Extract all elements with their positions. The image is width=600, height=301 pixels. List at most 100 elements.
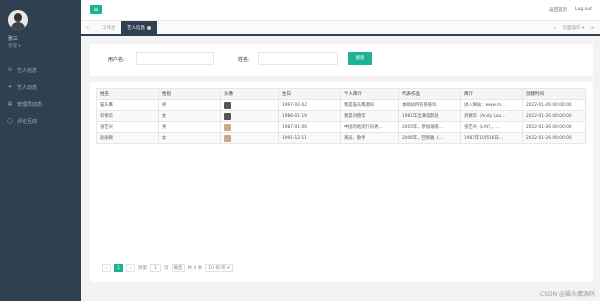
- total-count: 共 4 条: [187, 266, 203, 271]
- cell-works: 2006年，回到雅《...: [398, 132, 461, 144]
- top-bar: ≡ 返回首页 Log out: [81, 0, 600, 21]
- cell-name: 赵丽颖: [96, 132, 159, 144]
- sidebar: 张三 管理 ▾ ⊙ 艺人信息 ✦ 艺人动态 ▤ 管理员动态 ◯ 评论互动: [0, 0, 81, 301]
- cell-created: 2022-01-26 00:00:00: [522, 99, 586, 111]
- column-header-gender[interactable]: 性别: [158, 88, 221, 100]
- username-input[interactable]: [136, 52, 214, 65]
- cell-created: 2022-01-26 00:00:00: [522, 132, 586, 144]
- goto-confirm-button[interactable]: 确定: [171, 264, 185, 272]
- sidebar-item-label: 艺人动态: [17, 84, 38, 91]
- tab-label: 艺人信息: [127, 26, 145, 31]
- search-panel: 用户名: 姓名: 搜索: [90, 44, 593, 76]
- tab-workbench[interactable]: 工作台: [96, 21, 122, 36]
- column-header-name[interactable]: 姓名: [96, 88, 159, 100]
- cell-birthday: 1991-12-11: [278, 132, 341, 144]
- user-icon: ⊙: [7, 67, 13, 73]
- sidebar-item-label: 评论互动: [17, 118, 38, 125]
- tab-artist-info[interactable]: 艺人信息: [121, 21, 157, 36]
- cell-works: 2005年，参加湖南...: [398, 121, 461, 133]
- cell-intro: 刘德华（Andy Lau...: [460, 110, 523, 122]
- cell-birthday: 1987-01-06: [278, 121, 341, 133]
- star-icon: ✦: [7, 84, 13, 90]
- user-avatar[interactable]: [8, 10, 28, 30]
- table-row[interactable]: 张艺兴 男 1987-01-06 中国内地流行乐男... 2005年，参加湖南.…: [96, 121, 586, 133]
- cell-name: 猫头鹰: [96, 99, 159, 111]
- sidebar-item-comments[interactable]: ◯ 评论互动: [0, 115, 81, 127]
- realname-input[interactable]: [258, 52, 338, 65]
- cell-bio: 演员、歌手: [340, 132, 399, 144]
- cell-name: 刘德华: [96, 110, 159, 122]
- current-page-button[interactable]: 1: [114, 264, 123, 272]
- cell-bio: 我是刘德华: [340, 110, 399, 122]
- page-unit-label: 页: [164, 266, 169, 271]
- pagination: ‹ 1 › 到第 1 页 确定 共 4 条 10 条/页 ▾: [102, 264, 233, 272]
- tab-prev-icon[interactable]: «: [86, 21, 89, 36]
- sidebar-item-label: 艺人信息: [17, 67, 38, 74]
- chart-icon: ▤: [7, 101, 13, 107]
- column-header-bio[interactable]: 个人简介: [340, 88, 399, 100]
- column-header-created[interactable]: 创建时间: [522, 88, 586, 100]
- avatar-body: [11, 22, 25, 30]
- tab-extras: » 页面操作 ▾ ⇥: [554, 21, 594, 36]
- prev-page-button[interactable]: ‹: [102, 264, 111, 272]
- table-row[interactable]: 赵丽颖 女 1991-12-11 演员、歌手 2006年，回到雅《... 198…: [96, 132, 586, 144]
- cell-avatar: [220, 132, 279, 144]
- column-header-works[interactable]: 代表作品: [398, 88, 461, 100]
- menu-toggle-button[interactable]: ≡: [90, 5, 102, 14]
- home-link[interactable]: 返回首页: [549, 7, 567, 13]
- avatar-thumbnail[interactable]: [224, 112, 231, 120]
- user-name: 张三: [8, 36, 19, 42]
- avatar-thumbnail[interactable]: [224, 134, 231, 142]
- table-panel: 姓名 性别 头像 生日 个人简介 代表作品 简介 创建时间 猫头鹰 男 1997…: [90, 82, 593, 282]
- fullscreen-icon[interactable]: ⇥: [590, 21, 594, 36]
- cell-birthday: 1986-01-19: [278, 110, 341, 122]
- cell-bio: 我是猫头鹰源码: [340, 99, 399, 111]
- username-label: 用户名:: [108, 57, 125, 63]
- sidebar-item-label: 管理员动态: [17, 101, 43, 108]
- tab-next-icon[interactable]: »: [554, 21, 557, 36]
- cell-avatar: [220, 110, 279, 122]
- goto-label: 到第: [138, 266, 147, 271]
- sidebar-nav: ⊙ 艺人信息 ✦ 艺人动态 ▤ 管理员动态 ◯ 评论互动: [0, 64, 81, 132]
- column-header-intro[interactable]: 简介: [460, 88, 523, 100]
- next-page-button[interactable]: ›: [126, 264, 135, 272]
- cell-gender: 男: [158, 99, 221, 111]
- logout-link[interactable]: Log out: [575, 7, 592, 13]
- cell-name: 张艺兴: [96, 121, 159, 133]
- cell-created: 2022-01-26 00:00:00: [522, 121, 586, 133]
- page-actions-dropdown[interactable]: 页面操作 ▾: [563, 21, 585, 36]
- column-header-avatar[interactable]: 头像: [220, 88, 279, 100]
- cell-works: 1981年出演电影处: [398, 110, 461, 122]
- avatar-thumbnail[interactable]: [224, 101, 231, 109]
- cell-intro: 张艺兴（LAY），...: [460, 121, 523, 133]
- comment-icon: ◯: [7, 118, 13, 124]
- search-button[interactable]: 搜索: [348, 52, 372, 65]
- cell-gender: 女: [158, 132, 221, 144]
- sidebar-item-admin-news[interactable]: ▤ 管理员动态: [0, 98, 81, 110]
- cell-avatar: [220, 121, 279, 133]
- tab-bar: « 工作台 艺人信息 » 页面操作 ▾ ⇥: [81, 21, 600, 36]
- cell-gender: 男: [158, 121, 221, 133]
- sidebar-item-artist-info[interactable]: ⊙ 艺人信息: [0, 64, 81, 76]
- user-role-dropdown[interactable]: 管理 ▾: [8, 43, 21, 49]
- cell-works: 本网站所有系统均: [398, 99, 461, 111]
- cell-gender: 女: [158, 110, 221, 122]
- watermark: CSDN @猫头鹰源码: [539, 291, 595, 298]
- cell-created: 2022-01-26 00:00:00: [522, 110, 586, 122]
- close-icon[interactable]: [147, 25, 151, 30]
- sidebar-item-artist-news[interactable]: ✦ 艺人动态: [0, 81, 81, 93]
- top-links: 返回首页 Log out: [549, 7, 592, 13]
- goto-page-input[interactable]: 1: [150, 264, 161, 272]
- column-header-birthday[interactable]: 生日: [278, 88, 341, 100]
- cell-birthday: 1997-02-02: [278, 99, 341, 111]
- cell-bio: 中国内地流行乐男...: [340, 121, 399, 133]
- avatar-thumbnail[interactable]: [224, 123, 231, 131]
- table-row[interactable]: 猫头鹰 男 1997-02-02 我是猫头鹰源码 本网站所有系统均 进入网站：w…: [96, 99, 586, 111]
- cell-avatar: [220, 99, 279, 111]
- table-header-row: 姓名 性别 头像 生日 个人简介 代表作品 简介 创建时间: [96, 88, 586, 100]
- cell-intro: 进入网站：www.m...: [460, 99, 523, 111]
- cell-intro: 1987年10月16日...: [460, 132, 523, 144]
- page-size-select[interactable]: 10 条/页 ▾: [205, 264, 233, 272]
- realname-label: 姓名:: [238, 57, 250, 63]
- table-row[interactable]: 刘德华 女 1986-01-19 我是刘德华 1981年出演电影处 刘德华（An…: [96, 110, 586, 122]
